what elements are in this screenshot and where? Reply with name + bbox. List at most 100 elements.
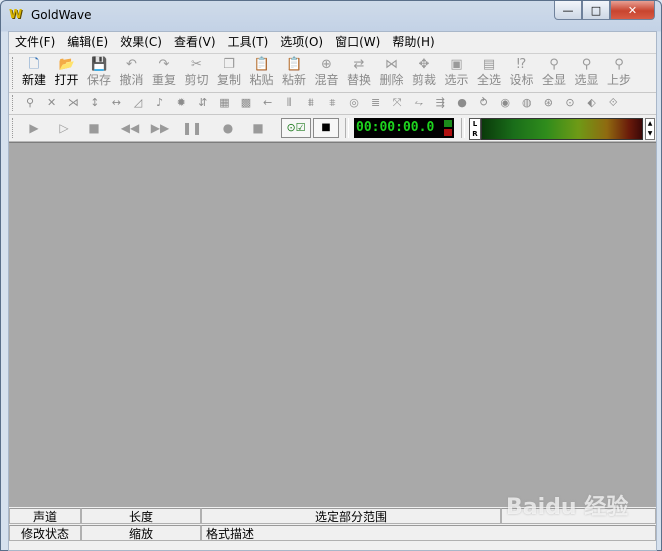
toolbar-button-label: 选示 [444,73,469,87]
select-all-button[interactable]: ▤ 全选 [474,56,504,90]
toolbar-grip[interactable] [12,57,16,89]
menu-item[interactable]: 效果(C) [114,32,168,52]
trim-button[interactable]: ✥ 剪裁 [409,56,439,90]
title-bar[interactable]: W GoldWave — □ ✕ [1,1,661,29]
paste-new-button[interactable]: 📋 粘新 [279,56,309,90]
smooth-icon[interactable]: ⤧ [388,95,406,111]
menu-item[interactable]: 查看(V) [168,32,222,52]
pitch-icon[interactable]: ⦀ [280,95,298,111]
toolbar-button-label: 删除 [379,73,404,87]
red-led-icon [444,129,452,136]
toolbar-button-label: 保存 [86,73,111,87]
show-selection-button[interactable]: ⚲ 选显 [572,56,602,90]
menu-item[interactable]: 工具(T) [222,32,275,52]
pan-icon[interactable]: ← [259,95,277,111]
menu-item[interactable]: 文件(F) [9,32,61,52]
pop-icon[interactable]: ◍ [518,95,536,111]
toolbar-button-label: 粘贴 [249,73,274,87]
time-display: 00:00:00.0 [354,118,454,138]
doppler-icon[interactable]: ⚲ [21,95,39,111]
show-selection-icon: ⚲ [581,57,592,72]
new-file-button[interactable]: 🗋 新建 [19,56,49,90]
meter-scroll[interactable]: ▲ ▼ [645,118,655,140]
menu-item[interactable]: 编辑(E) [61,32,114,52]
menu-item[interactable]: 窗口(W) [329,32,386,52]
toolbar-grip[interactable] [12,95,16,111]
replace-icon: ⇄ [353,57,365,72]
volume-icon[interactable]: ● [453,95,471,111]
close-button[interactable]: ✕ [610,1,655,20]
expander-icon[interactable]: ⊙ [561,95,579,111]
noise-icon[interactable]: ◉ [496,95,514,111]
fade-in-icon[interactable]: ↔ [107,95,125,111]
equalizer-icon[interactable]: ↕ [86,95,104,111]
open-folder-button[interactable]: 📂 打开 [52,56,82,90]
paste-icon: 📋 [253,57,270,72]
show-all-button[interactable]: ⚲ 全显 [539,56,569,90]
set-marker-button[interactable]: ⁉ 设标 [507,56,537,90]
toolbar-separator [461,118,465,138]
filter-icon[interactable]: ♪ [151,95,169,111]
mix-button[interactable]: ⊕ 混音 [312,56,342,90]
undo-button[interactable]: ↶ 撤消 [117,56,147,90]
redo-button[interactable]: ↷ 重复 [149,56,179,90]
offset-icon[interactable]: ▩ [237,95,255,111]
previous-view-button[interactable]: ⚲ 上步 [604,56,634,90]
time-warp-icon[interactable]: ⇶ [431,95,449,111]
select-view-button[interactable]: ▣ 选示 [442,56,472,90]
status-channel: 声道 [9,508,81,524]
toolbar-button-label: 选显 [574,73,599,87]
pause-icon[interactable]: ❚❚ [181,119,203,137]
mechanize-icon[interactable]: ▦ [215,95,233,111]
match-volume-icon[interactable]: ⟐ [604,95,622,111]
replace-button[interactable]: ⇄ 替换 [344,56,374,90]
select-all-icon: ▤ [482,57,496,72]
status-selection-range: 选定部分范围 [201,508,501,524]
cut-button[interactable]: ✂ 剪切 [182,56,212,90]
time-readout: 00:00:00.0 [356,120,435,135]
silence-icon[interactable]: ≣ [367,95,385,111]
reverb-icon[interactable]: ⩨ [323,95,341,111]
resample-icon[interactable]: ⩩ [302,95,320,111]
rewind-icon[interactable]: ◀◀ [119,119,141,137]
save-button[interactable]: 💾 保存 [84,56,114,90]
compressor-icon[interactable]: ⊛ [539,95,557,111]
copy-icon: ❐ [223,57,235,72]
copy-button[interactable]: ❐ 复制 [214,56,244,90]
menu-item[interactable]: 选项(O) [274,32,329,52]
stereo-icon[interactable]: ⥊ [410,95,428,111]
stop-record-icon[interactable]: ■ [247,119,269,137]
effects-toolbar: ⚲ ✕ ⋊ ↕ ↔ ◿ ♪ ✹ ⇵ ▦ ▩ ← ⦀ ⩩ ⩨ ◎ ≣ ⤧ ⥊ ⇶ ● ⥁ ◉ ◍ ⊛ ⊙ ⬖ ⟐ [9,92,656,115]
delete-button[interactable]: ⋈ 删除 [377,56,407,90]
document-workspace[interactable] [9,142,656,507]
play-selection-icon[interactable]: ▷ [53,119,75,137]
maximize-volume-icon[interactable]: ⬖ [583,95,601,111]
fade-out-icon[interactable]: ◿ [129,95,147,111]
record-mode-toggle[interactable]: ⊙☑ [281,118,311,138]
toolbar-grip[interactable] [12,118,16,138]
dynamics-icon[interactable]: ✕ [43,95,61,111]
flanger-icon[interactable]: ✹ [172,95,190,111]
echo-icon[interactable]: ⋊ [64,95,82,111]
maximize-button[interactable]: □ [582,1,610,20]
save-icon: 💾 [91,57,108,72]
control-window-button[interactable]: ■ [313,118,339,138]
volume-shape-icon[interactable]: ⥁ [475,95,493,111]
redo-icon: ↷ [158,57,170,72]
control-toolbar: ⊙☑ ■ 00:00:00.0 L R ▲ ▼ ▶ ▷ ■ ◀◀ ▶▶ ❚❚ ● ■ [9,115,656,142]
fast-forward-icon[interactable]: ▶▶ [149,119,171,137]
invert-icon[interactable]: ⇵ [194,95,212,111]
minimize-button[interactable]: — [554,1,582,20]
toolbar-button-label: 设标 [509,73,534,87]
toolbar-button-label: 剪裁 [411,73,436,87]
right-channel-label: R [472,130,478,138]
scroll-up-icon[interactable]: ▲ [646,119,654,129]
paste-button[interactable]: 📋 粘贴 [247,56,277,90]
record-icon[interactable]: ● [217,119,239,137]
stop-icon[interactable]: ■ [83,119,105,137]
play-icon[interactable]: ▶ [23,119,45,137]
scroll-down-icon[interactable]: ▼ [646,129,654,139]
status-length: 长度 [81,508,201,524]
menu-item[interactable]: 帮助(H) [386,32,440,52]
reverse-icon[interactable]: ◎ [345,95,363,111]
